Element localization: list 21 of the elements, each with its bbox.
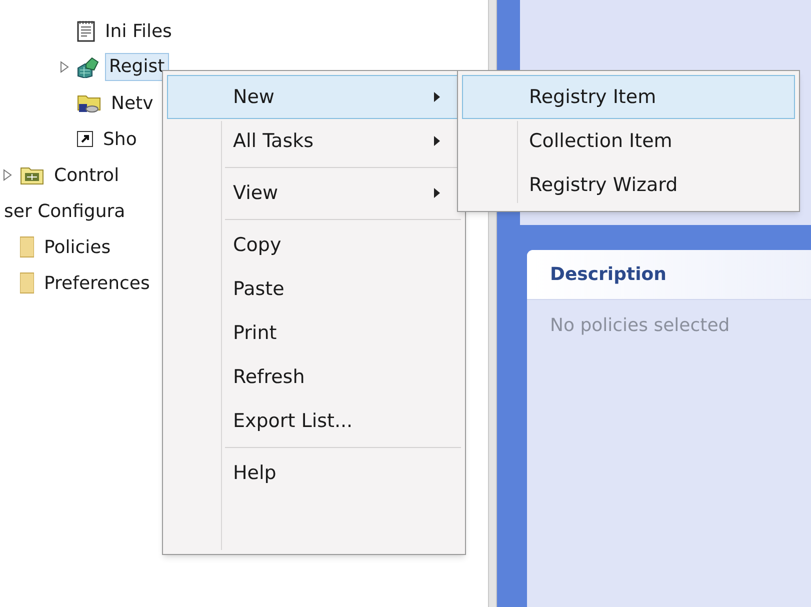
menu-item[interactable]: Paste bbox=[167, 267, 461, 311]
description-title: Description bbox=[550, 263, 666, 287]
tree-item[interactable]: ser Configura bbox=[0, 196, 130, 226]
menu-item[interactable]: Collection Item bbox=[462, 119, 795, 163]
menu-item[interactable]: Registry Item bbox=[462, 75, 795, 119]
tree-item[interactable]: Control bbox=[50, 160, 124, 190]
tree-item[interactable]: Regist bbox=[105, 53, 169, 81]
menu-item[interactable]: Refresh bbox=[167, 355, 461, 399]
menu-item[interactable]: Export List... bbox=[167, 399, 461, 443]
tree-item[interactable]: Ini Files bbox=[101, 16, 176, 46]
menu-item[interactable]: Print bbox=[167, 311, 461, 355]
tree-item[interactable]: Netv bbox=[107, 88, 158, 118]
menu-item[interactable]: Help bbox=[167, 451, 461, 495]
tree-item[interactable]: Preferences bbox=[40, 268, 154, 298]
tree-item[interactable]: Policies bbox=[40, 232, 115, 262]
menu-item[interactable]: All Tasks bbox=[167, 119, 461, 163]
description-text: No policies selected bbox=[550, 315, 730, 336]
menu-item[interactable]: Registry Wizard bbox=[462, 163, 795, 207]
menu-item[interactable]: Copy bbox=[167, 223, 461, 267]
tree-item[interactable]: Sho bbox=[99, 124, 141, 154]
menu-item[interactable]: View bbox=[167, 171, 461, 215]
